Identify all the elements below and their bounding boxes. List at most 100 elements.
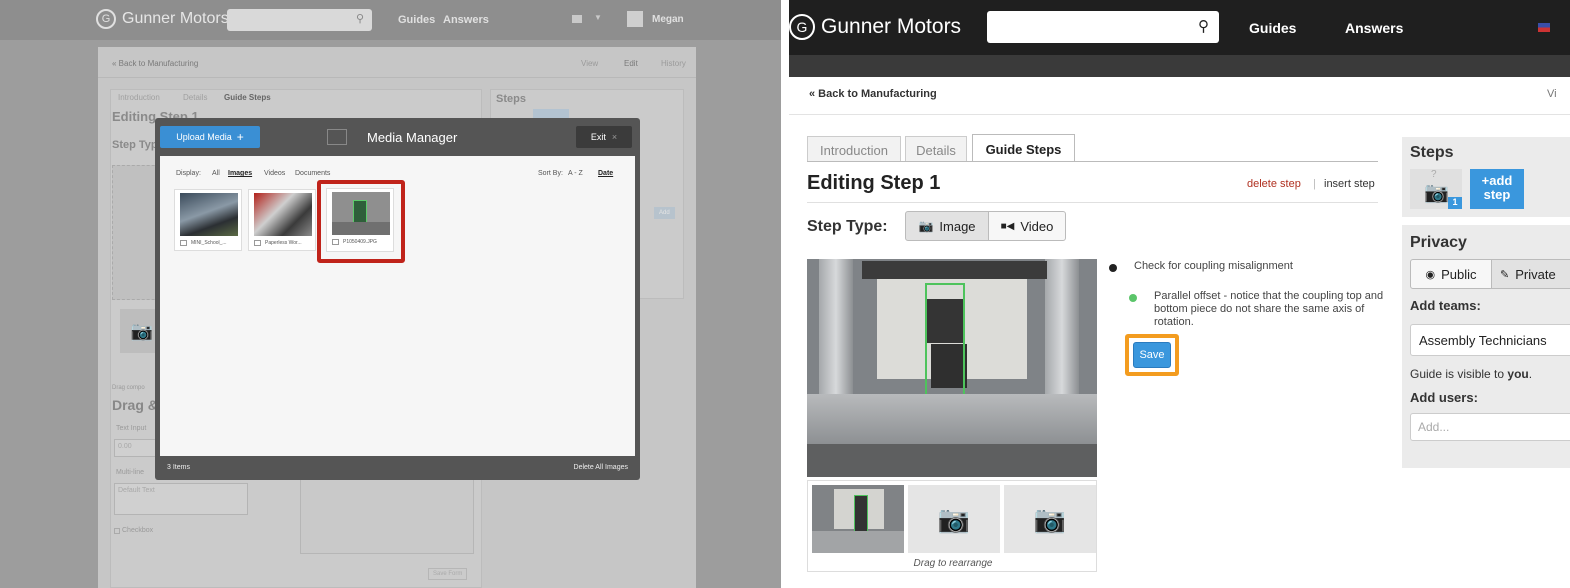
left-text-input-label: Text Input <box>116 425 147 432</box>
privacy-heading: Privacy <box>1410 234 1467 251</box>
privacy-private-button[interactable]: ✎ Private <box>1491 259 1570 289</box>
thumbnail-1-highlight <box>854 495 868 533</box>
delete-step-link[interactable]: delete step <box>1247 178 1301 190</box>
step-main-image[interactable] <box>807 259 1097 477</box>
thumb-name-2: Paperless Wor... <box>265 240 302 246</box>
bullet-dot-2 <box>1129 294 1137 302</box>
thumbnail-add-3[interactable]: 📷 <box>1004 485 1096 553</box>
image-file-icon <box>254 240 261 246</box>
step-type-label: Step Type: <box>807 218 888 235</box>
left-tab-details[interactable]: Details <box>183 93 207 102</box>
tab-introduction[interactable]: Introduction <box>807 136 901 162</box>
left-tab-intro[interactable]: Introduction <box>118 93 160 102</box>
step-type-video-button[interactable]: ■◀ Video <box>988 211 1066 241</box>
right-top-bar: G Gunner Motors ⚲ Guides Answers <box>789 0 1570 55</box>
logo-icon: G <box>789 14 815 40</box>
left-checkbox-label[interactable]: Checkbox <box>122 527 153 534</box>
left-divider <box>98 77 696 78</box>
flag-icon[interactable] <box>572 15 582 23</box>
right-nav-answers[interactable]: Answers <box>1345 20 1403 36</box>
upload-media-button[interactable]: Upload Media + <box>160 126 260 148</box>
image-file-icon <box>180 240 187 246</box>
left-save-form-button[interactable]: Save Form <box>428 568 468 580</box>
left-back-link[interactable]: « Back to Manufacturing <box>112 59 198 68</box>
right-screenshot: G Gunner Motors ⚲ Guides Answers « Back … <box>789 0 1570 588</box>
search-icon: ⚲ <box>1198 18 1209 35</box>
machine-base <box>807 394 1097 444</box>
chevron-down-icon: ▼ <box>594 13 602 22</box>
thumbnail-1[interactable] <box>812 485 904 553</box>
step-thumb-1[interactable]: ? 📷 1 <box>1410 169 1462 209</box>
sort-a-z[interactable]: A - Z <box>568 170 583 177</box>
right-back-link[interactable]: « Back to Manufacturing <box>809 88 937 100</box>
bullet-text-1[interactable]: Check for coupling misalignment <box>1134 260 1293 272</box>
right-view-link[interactable]: Vi <box>1547 88 1557 100</box>
bullet-text-2[interactable]: Parallel offset - notice that the coupli… <box>1154 290 1394 329</box>
left-textarea[interactable]: Default Text <box>114 483 248 515</box>
thumb-image-1 <box>180 193 238 236</box>
add-teams-label: Add teams: <box>1410 298 1481 313</box>
left-nav-answers[interactable]: Answers <box>443 14 489 26</box>
avatar[interactable] <box>627 11 643 27</box>
camera-icon: 📷 <box>130 320 154 341</box>
machine-top-bar <box>862 261 1047 279</box>
close-icon: × <box>611 132 618 142</box>
save-button[interactable]: Save <box>1133 342 1171 368</box>
left-history-tab[interactable]: History <box>661 59 686 68</box>
delete-all-images-link[interactable]: Delete All Images <box>574 464 628 471</box>
sort-date[interactable]: Date <box>598 170 613 177</box>
right-logo[interactable]: G Gunner Motors <box>789 14 961 40</box>
media-thumb-2[interactable]: Paperless Wor... <box>248 189 316 251</box>
left-view-tab[interactable]: View <box>581 59 598 68</box>
add-step-button[interactable]: +add step <box>1470 169 1524 209</box>
add-step-line-1: +add <box>1481 173 1513 188</box>
team-select[interactable]: Assembly Technicians <box>1410 324 1570 356</box>
exit-label: Exit <box>590 132 606 142</box>
video-camera-icon: ■◀ <box>1000 220 1015 232</box>
step-type-image-button[interactable]: 📷 Image <box>905 211 989 241</box>
left-add-button[interactable]: Add <box>654 207 675 219</box>
media-manager-title: Media Manager <box>367 130 458 145</box>
machine-floor <box>807 444 1097 477</box>
thumb-image-2 <box>254 193 312 236</box>
camera-plus-icon: 📷 <box>937 503 971 534</box>
thumbnail-strip: 📷 📷 Drag to rearrange <box>807 480 1097 572</box>
left-nav-guides[interactable]: Guides <box>398 14 435 26</box>
tab-details[interactable]: Details <box>905 136 967 162</box>
filter-documents[interactable]: Documents <box>295 170 330 177</box>
machine-column-left <box>819 259 853 409</box>
selected-thumb-highlight <box>317 180 405 263</box>
left-top-bar: G Gunner Motors ⚲ Guides Answers ▼ Megan <box>0 0 781 40</box>
left-user-name[interactable]: Megan <box>652 14 684 25</box>
tab-guide-steps[interactable]: Guide Steps <box>972 134 1075 162</box>
left-tab-guide-steps[interactable]: Guide Steps <box>224 93 271 102</box>
left-search-input[interactable]: ⚲ <box>227 9 372 31</box>
users-input[interactable]: Add... <box>1410 413 1570 441</box>
media-manager-modal: Upload Media + Media Manager Exit × Disp… <box>155 118 640 480</box>
panel-divider <box>781 0 789 588</box>
sort-label: Sort By: <box>538 170 563 177</box>
insert-step-link[interactable]: insert step <box>1324 178 1375 190</box>
bullet-dot-1 <box>1109 264 1117 272</box>
coupling-highlight <box>925 283 965 399</box>
media-thumb-1[interactable]: MINI_School_... <box>174 189 242 251</box>
filter-all[interactable]: All <box>212 170 220 177</box>
left-edit-tab[interactable]: Edit <box>624 59 638 68</box>
steps-card: Steps ? 📷 1 +add step <box>1402 137 1570 217</box>
thumbnail-add-2[interactable]: 📷 <box>908 485 1000 553</box>
left-drag-heading: Drag & <box>112 397 158 413</box>
filter-images[interactable]: Images <box>228 170 252 177</box>
flag-icon[interactable] <box>1538 23 1550 32</box>
link-separator: | <box>1313 178 1316 190</box>
exit-button[interactable]: Exit × <box>576 126 632 148</box>
privacy-public-button[interactable]: ◉ Public <box>1410 259 1492 289</box>
right-editing-title: Editing Step 1 <box>807 172 941 194</box>
left-logo[interactable]: G Gunner Motors <box>96 9 229 29</box>
upload-media-label: Upload Media <box>176 132 232 142</box>
visibility-text: Guide is visible to you. <box>1410 367 1532 381</box>
right-nav-guides[interactable]: Guides <box>1249 20 1296 36</box>
left-checkbox[interactable] <box>114 528 120 534</box>
filter-videos[interactable]: Videos <box>264 170 285 177</box>
search-icon: ⚲ <box>355 13 364 25</box>
right-search-input[interactable]: ⚲ <box>987 11 1219 43</box>
